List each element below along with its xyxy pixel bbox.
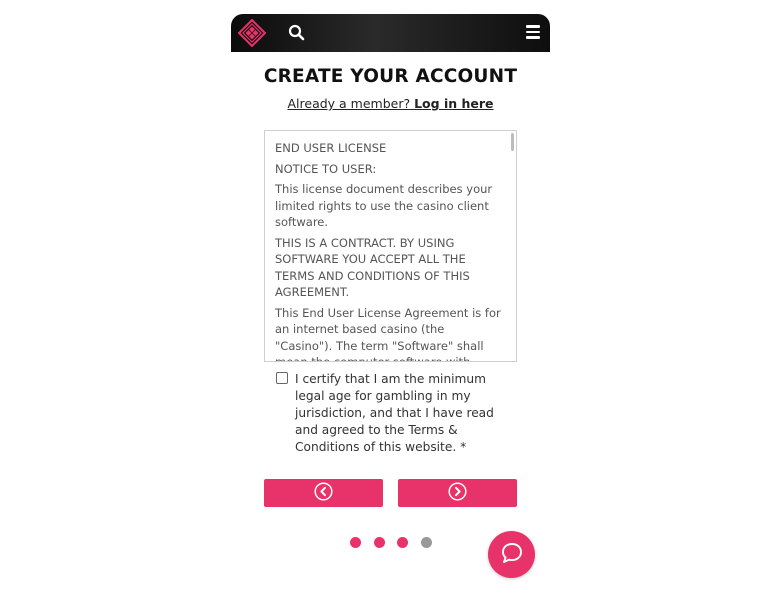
step-dot [420, 537, 432, 548]
license-paragraph: NOTICE TO USER: [275, 161, 377, 176]
license-paragraph: END USER LICENSE [275, 141, 387, 155]
step-dot [373, 537, 385, 548]
chat-bubble-icon [499, 540, 525, 570]
chevron-right-icon [448, 481, 467, 505]
member-prompt: Already a member? [287, 96, 411, 111]
top-navigation-bar [231, 14, 550, 52]
license-content: END USER LICENSE NOTICE TO USER: This lice… [265, 131, 516, 362]
step-dot [350, 537, 361, 548]
step-dot [397, 537, 408, 548]
diamond-logo-icon[interactable] [237, 18, 267, 48]
login-link-text[interactable]: Log in here [414, 96, 493, 111]
chevron-left-icon [314, 481, 333, 505]
license-text-box[interactable]: END USER LICENSE NOTICE TO USER: This lice… [264, 130, 517, 362]
license-scrollbar[interactable] [511, 133, 514, 151]
license-paragraph: This license document describes your lim… [275, 182, 493, 229]
chat-button[interactable] [488, 531, 535, 578]
hamburger-menu-icon[interactable] [526, 25, 540, 41]
previous-step-button[interactable] [264, 479, 383, 507]
step-indicator [350, 537, 432, 549]
license-paragraph: This End User License Agreement is for a… [275, 305, 501, 362]
phone-screen: CREATE YOUR ACCOUNT Already a member? Lo… [231, 14, 550, 600]
next-step-button[interactable] [398, 479, 517, 507]
age-certification-checkbox[interactable] [276, 372, 288, 384]
page-title: CREATE YOUR ACCOUNT [263, 66, 518, 87]
license-paragraph: THIS IS A CONTRACT. BY USING SOFTWARE YO… [275, 235, 470, 300]
age-certification-label: I certify that I am the minimum legal ag… [295, 372, 494, 454]
login-link[interactable]: Already a member? Log in here [231, 96, 550, 111]
search-icon[interactable] [287, 23, 307, 43]
